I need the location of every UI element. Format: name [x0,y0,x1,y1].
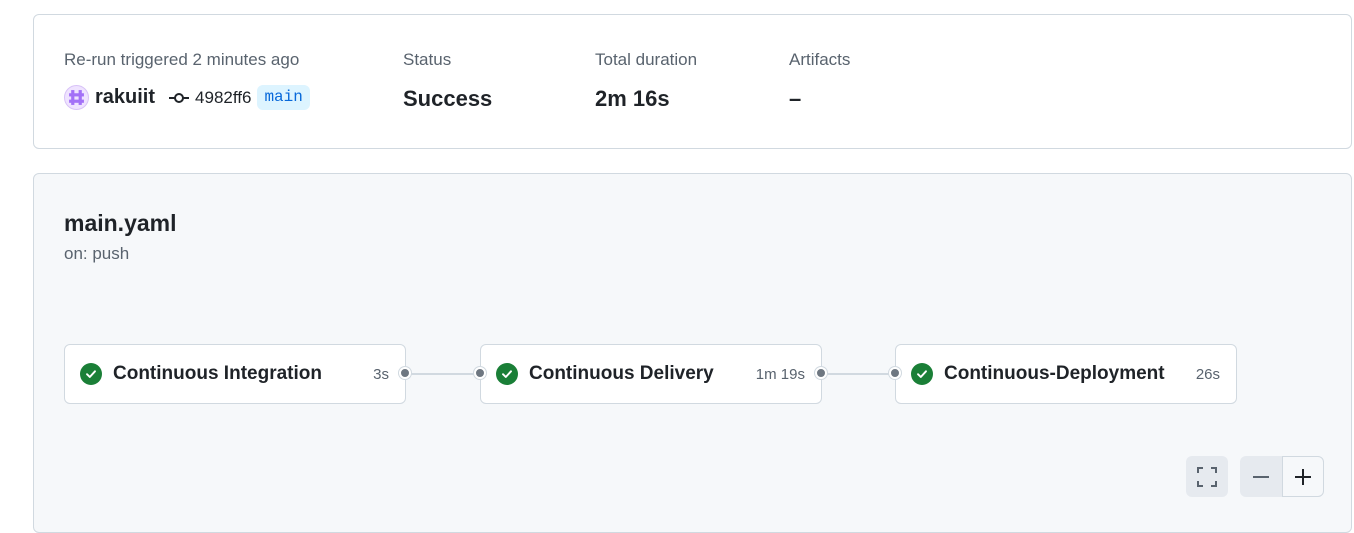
status-value: Success [403,86,493,111]
job-duration: 3s [373,365,389,383]
run-summary-card: Re-run triggered 2 minutes ago rakuiit 4… [33,14,1352,149]
artifacts-value: – [789,86,802,111]
fullscreen-button[interactable] [1186,456,1228,497]
workflow-trigger: on: push [64,244,130,263]
job-card-continuous-delivery[interactable]: Continuous Delivery 1m 19s [480,344,822,404]
workflow-file-name[interactable]: main.yaml [64,210,177,237]
git-commit-icon [169,92,190,104]
zoom-in-button[interactable] [1282,456,1324,497]
job-name: Continuous Delivery [529,363,714,384]
job-connector [406,373,481,375]
duration-label: Total duration [595,50,698,69]
job-duration: 1m 19s [755,365,805,383]
dash-icon [1253,475,1269,478]
zoom-out-button[interactable] [1240,456,1282,497]
job-output-dot [399,367,411,379]
artifacts-label: Artifacts [789,50,851,69]
job-input-dot [474,367,486,379]
commit-sha-link[interactable]: 4982ff6 [195,88,251,108]
plus-icon [1295,468,1311,485]
job-card-continuous-deployment[interactable]: Continuous-Deployment 26s [895,344,1237,404]
job-input-dot [889,367,901,379]
job-card-continuous-integration[interactable]: Continuous Integration 3s [64,344,406,404]
actor-row: rakuiit 4982ff6 main [64,85,310,110]
check-circle-fill-icon [911,363,933,385]
status-label: Status [403,50,452,69]
identicon-avatar-icon [69,90,84,105]
job-connector [821,373,896,375]
avatar[interactable] [64,85,89,110]
check-circle-fill-icon [80,363,102,385]
job-name: Continuous-Deployment [944,363,1165,384]
job-output-dot [815,367,827,379]
actor-name[interactable]: rakuiit [95,86,155,109]
job-duration: 26s [1195,365,1220,383]
branch-badge[interactable]: main [257,85,310,110]
job-name: Continuous Integration [113,363,322,384]
check-circle-fill-icon [496,363,518,385]
trigger-label: Re-run triggered 2 minutes ago [64,50,300,69]
workflow-graph-panel: main.yaml on: push Continuous Integratio… [33,173,1352,533]
screen-full-icon [1197,466,1217,487]
duration-value: 2m 16s [595,86,670,111]
